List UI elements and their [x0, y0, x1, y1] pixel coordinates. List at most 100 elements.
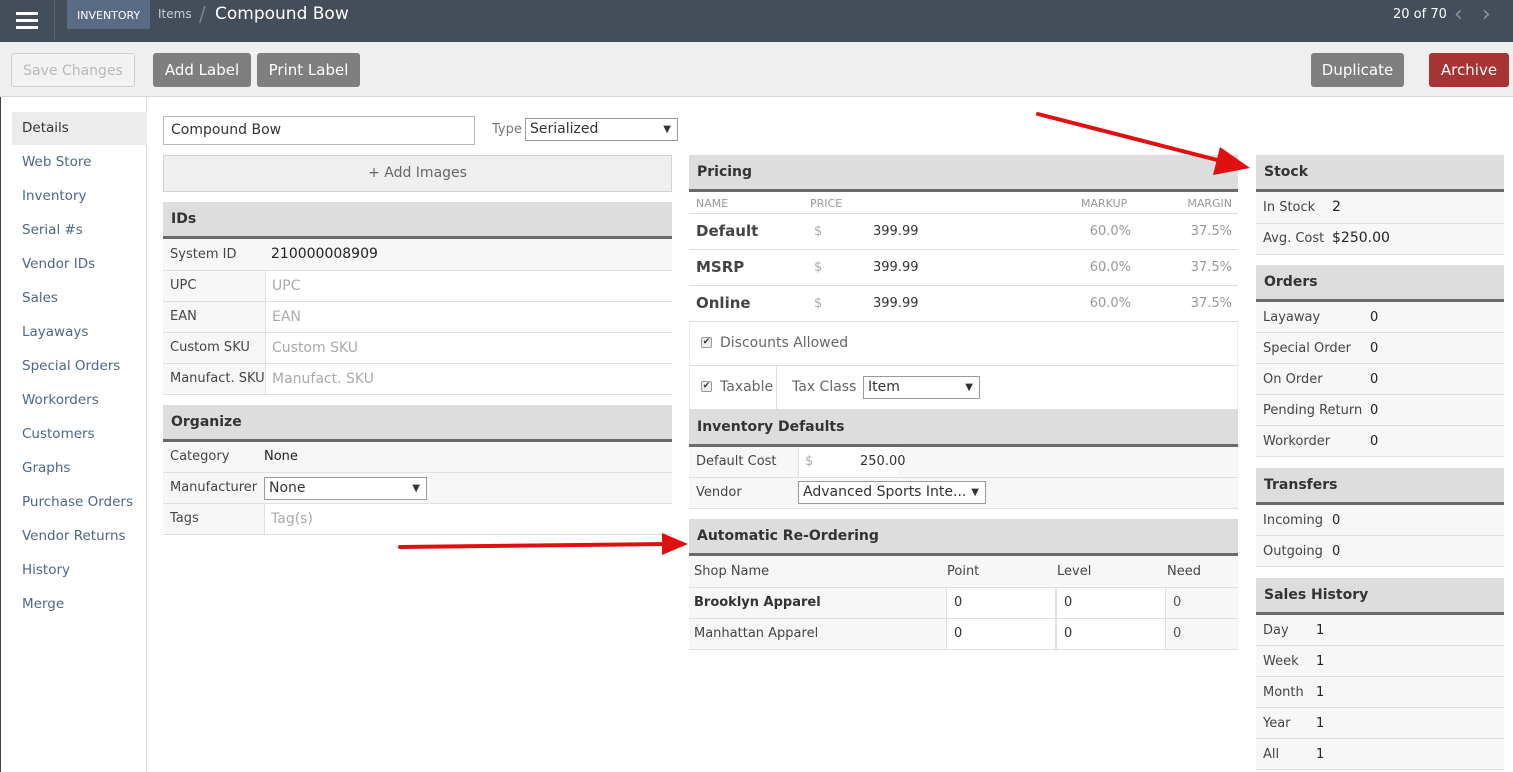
- sales-history-label: Month: [1263, 685, 1304, 700]
- tax-class-label: Tax Class: [792, 379, 857, 395]
- sidebar-item-customers[interactable]: Customers: [12, 418, 147, 451]
- sidebar-item-purchase-orders[interactable]: Purchase Orders: [12, 486, 147, 519]
- vendor-select[interactable]: Advanced Sports Inte... ▼: [798, 481, 986, 504]
- price-input[interactable]: 399.99: [873, 296, 919, 311]
- sales-history-row: All 1: [1256, 739, 1504, 770]
- caret-down-icon: ▼: [965, 382, 973, 393]
- save-changes-button[interactable]: Save Changes: [11, 53, 135, 87]
- reorder-row: Brooklyn Apparel 0 0 0: [689, 588, 1238, 619]
- breadcrumb-items-link[interactable]: Items: [158, 7, 192, 21]
- sidebar-item-merge[interactable]: Merge: [12, 588, 147, 621]
- breadcrumb-section[interactable]: INVENTORY: [67, 0, 151, 29]
- default-cost-input[interactable]: $ 250.00: [798, 447, 906, 477]
- category-link[interactable]: None: [264, 449, 298, 464]
- vendor-row: Vendor Advanced Sports Inte... ▼: [689, 478, 1238, 509]
- sidebar-item-vendor-returns[interactable]: Vendor Returns: [12, 520, 147, 553]
- discounts-checkbox[interactable]: ✔: [701, 337, 712, 348]
- system-id-row: System ID 210000008909: [163, 239, 672, 271]
- col-price: PRICE: [810, 197, 843, 210]
- price-currency: $: [814, 224, 823, 239]
- sidebar-item-layaways[interactable]: Layaways: [12, 316, 147, 349]
- reorder-point-input[interactable]: 0: [946, 588, 1056, 618]
- orders-label: On Order: [1263, 372, 1323, 387]
- price-input[interactable]: 399.99: [873, 260, 919, 275]
- sales-history-panel-title: Sales History: [1264, 587, 1369, 603]
- reorder-panel-title: Automatic Re-Ordering: [697, 528, 879, 544]
- category-row: Category None: [163, 442, 672, 473]
- sidebar: Details Web Store Inventory Serial #s Ve…: [0, 97, 147, 772]
- col-margin: MARGIN: [1187, 197, 1232, 210]
- orders-value: 0: [1370, 341, 1379, 356]
- sidebar-item-web-store[interactable]: Web Store: [12, 146, 147, 179]
- system-id-label: System ID: [170, 247, 237, 262]
- transfers-label: Incoming: [1263, 513, 1323, 528]
- reorder-level-input[interactable]: 0: [1056, 619, 1166, 649]
- reorder-point-input[interactable]: 0: [946, 619, 1056, 649]
- sidebar-item-history[interactable]: History: [12, 554, 147, 587]
- sidebar-item-graphs[interactable]: Graphs: [12, 452, 147, 485]
- sales-history-row: Month 1: [1256, 677, 1504, 708]
- price-markup: 60.0%: [1089, 224, 1131, 239]
- caret-down-icon: ▼: [412, 483, 420, 494]
- custom-sku-input[interactable]: Custom SKU: [265, 333, 672, 363]
- discounts-row: ✔ Discounts Allowed: [689, 322, 1238, 366]
- sales-history-row: Year 1: [1256, 708, 1504, 739]
- price-row: MSRP $ 399.99 60.0% 37.5%: [689, 250, 1238, 286]
- price-margin: 37.5%: [1190, 296, 1232, 311]
- reorder-row: Manhattan Apparel 0 0 0: [689, 619, 1238, 650]
- type-select[interactable]: Serialized ▼: [525, 118, 678, 141]
- upc-input[interactable]: UPC: [265, 271, 672, 301]
- tax-divider: [776, 366, 777, 409]
- price-input[interactable]: 399.99: [873, 224, 919, 239]
- tags-row: Tags Tag(s): [163, 504, 672, 535]
- orders-value: 0: [1370, 403, 1379, 418]
- reorder-level-input[interactable]: 0: [1056, 588, 1166, 618]
- ids-panel-header: IDs: [163, 202, 672, 239]
- sidebar-item-vendor-ids[interactable]: Vendor IDs: [12, 248, 147, 281]
- manufact-sku-input[interactable]: Manufact. SKU: [265, 364, 672, 394]
- add-images-button[interactable]: + Add Images: [163, 155, 672, 192]
- reorder-column-headers: Shop Name Point Level Need: [689, 556, 1238, 588]
- manufacturer-select[interactable]: None ▼: [264, 477, 427, 500]
- price-markup: 60.0%: [1089, 296, 1131, 311]
- chevron-left-icon[interactable]: ‹: [1454, 2, 1463, 27]
- tags-input[interactable]: Tag(s): [264, 504, 672, 534]
- sales-history-value: 1: [1316, 716, 1325, 731]
- upc-row: UPC UPC: [163, 271, 672, 302]
- pricing-panel-header: Pricing: [689, 155, 1238, 192]
- price-margin: 37.5%: [1190, 224, 1232, 239]
- pager-count: 20 of 70: [1393, 7, 1447, 22]
- in-stock-row: In Stock 2: [1256, 192, 1504, 224]
- price-name: Default: [696, 222, 759, 240]
- chevron-right-icon[interactable]: ›: [1482, 2, 1491, 27]
- archive-button[interactable]: Archive: [1429, 53, 1509, 87]
- manufact-sku-label: Manufact. SKU: [170, 371, 265, 386]
- sidebar-item-workorders[interactable]: Workorders: [12, 384, 147, 417]
- duplicate-button[interactable]: Duplicate: [1311, 53, 1404, 87]
- sidebar-item-inventory[interactable]: Inventory: [12, 180, 147, 213]
- reorder-shop-name: Brooklyn Apparel: [694, 595, 821, 610]
- item-name-input[interactable]: Compound Bow: [163, 116, 475, 145]
- breadcrumb-separator: /: [199, 2, 206, 26]
- caret-down-icon: ▼: [971, 487, 979, 498]
- print-label-button[interactable]: Print Label: [257, 53, 360, 87]
- sidebar-item-serials[interactable]: Serial #s: [12, 214, 147, 247]
- sales-history-row: Week 1: [1256, 646, 1504, 677]
- reorder-shop-name: Manhattan Apparel: [694, 626, 819, 641]
- avg-cost-value: $250.00: [1332, 230, 1390, 246]
- transfers-panel-header: Transfers: [1256, 468, 1504, 505]
- avg-cost-label: Avg. Cost: [1263, 231, 1325, 246]
- add-label-button[interactable]: Add Label: [153, 53, 251, 87]
- tax-class-select[interactable]: Item ▼: [863, 376, 980, 399]
- taxable-checkbox[interactable]: ✔: [701, 381, 712, 392]
- stock-panel-header: Stock: [1256, 155, 1504, 192]
- sidebar-item-sales[interactable]: Sales: [12, 282, 147, 315]
- sidebar-item-details[interactable]: Details: [12, 112, 147, 145]
- price-currency: $: [814, 296, 823, 311]
- menu-button[interactable]: [0, 0, 55, 40]
- sidebar-item-special-orders[interactable]: Special Orders: [12, 350, 147, 383]
- orders-label: Special Order: [1263, 341, 1351, 356]
- custom-sku-row: Custom SKU Custom SKU: [163, 333, 672, 364]
- ean-input[interactable]: EAN: [265, 302, 672, 332]
- orders-panel-title: Orders: [1264, 274, 1318, 290]
